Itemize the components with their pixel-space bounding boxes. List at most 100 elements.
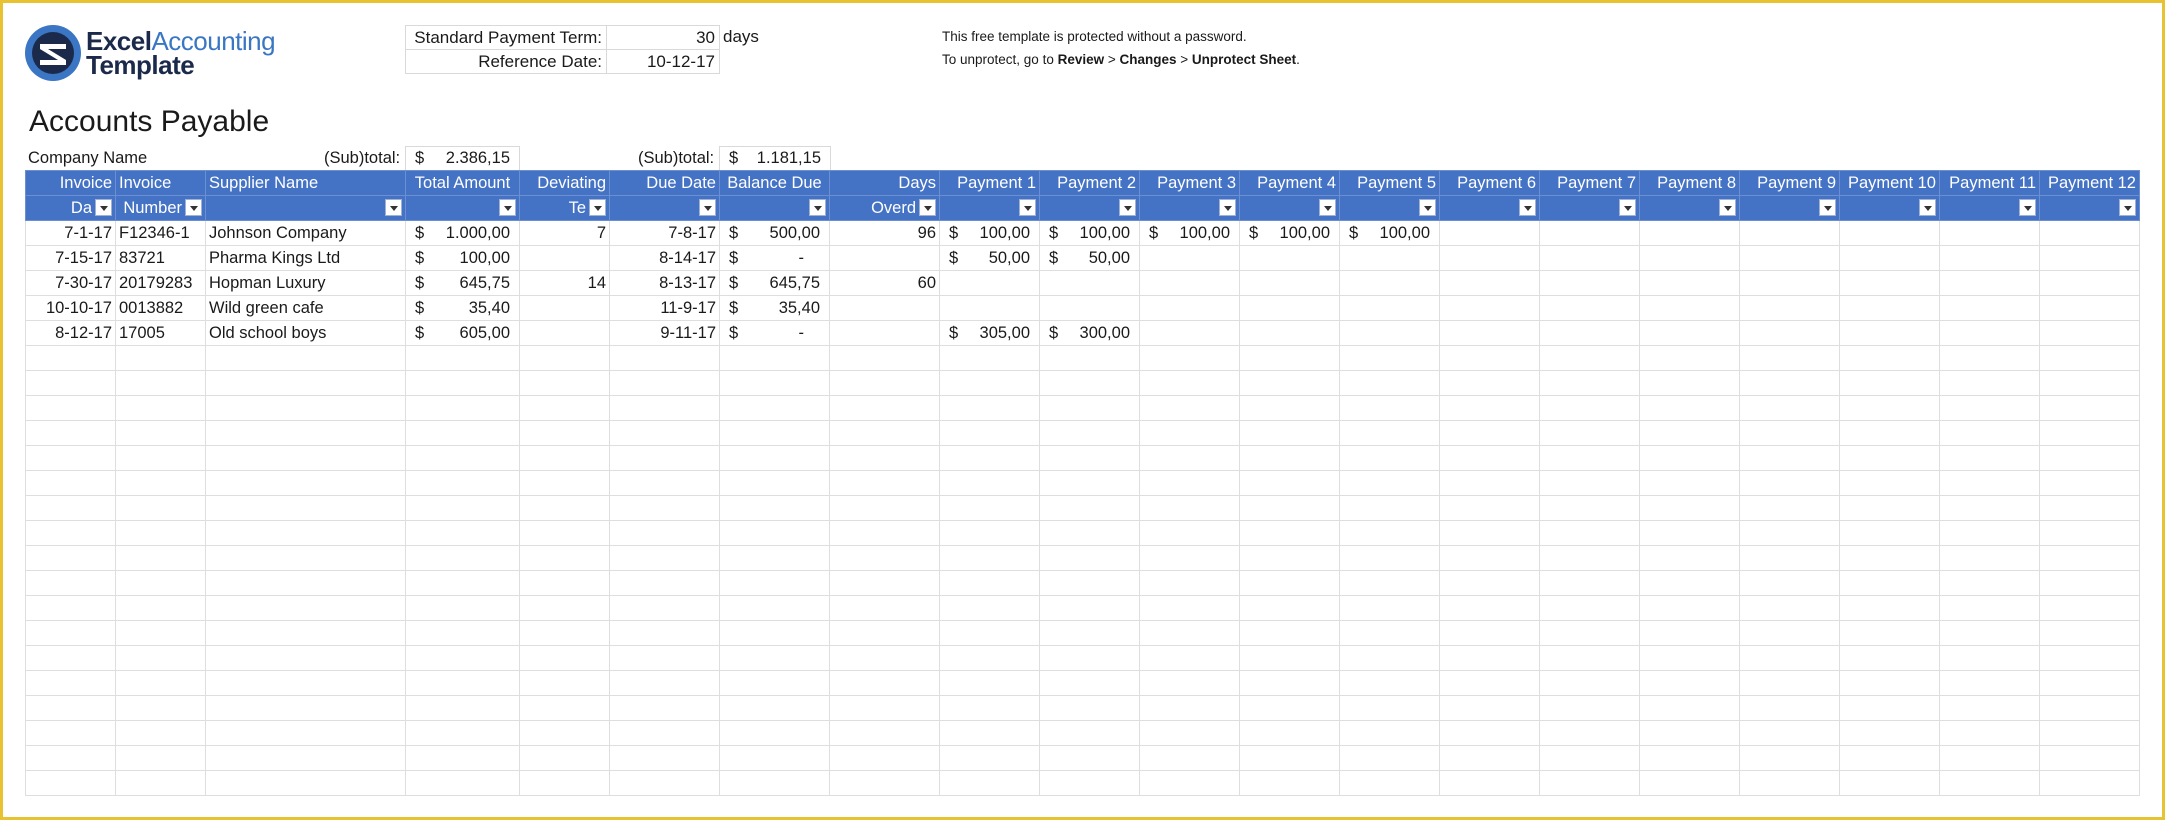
filter-dropdown-button[interactable] [1519,199,1536,216]
empty-cell[interactable] [115,745,206,771]
empty-cell[interactable] [1739,370,1840,396]
empty-cell[interactable] [1639,620,1740,646]
reference-date-input[interactable]: 10-12-17 [606,49,720,74]
empty-cell[interactable] [205,720,406,746]
filter-dropdown-button[interactable] [699,199,716,216]
empty-cell[interactable] [2039,720,2140,746]
payment-2-cell[interactable]: $300,00 [1039,320,1140,346]
empty-cell[interactable] [609,670,720,696]
empty-cell[interactable] [1639,345,1740,371]
payment-9-cell[interactable] [1739,270,1840,296]
empty-cell[interactable] [719,620,830,646]
empty-cell[interactable] [2039,695,2140,721]
empty-cell[interactable] [25,420,116,446]
empty-cell[interactable] [1739,620,1840,646]
empty-cell[interactable] [609,520,720,546]
payment-12-cell[interactable] [2039,295,2140,321]
invoice-number-cell[interactable]: 20179283 [115,270,206,296]
empty-cell[interactable] [1239,395,1340,421]
empty-cell[interactable] [1939,745,2040,771]
empty-cell[interactable] [1039,395,1140,421]
empty-cell[interactable] [1139,570,1240,596]
payment-8-cell[interactable] [1639,245,1740,271]
payment-5-cell[interactable] [1339,295,1440,321]
empty-cell[interactable] [1939,595,2040,621]
empty-cell[interactable] [115,670,206,696]
empty-cell[interactable] [519,570,610,596]
filter-dropdown-button[interactable] [809,199,826,216]
empty-cell[interactable] [25,695,116,721]
filter-dropdown-button[interactable] [1219,199,1236,216]
payment-8-cell[interactable] [1639,270,1740,296]
empty-cell[interactable] [1739,545,1840,571]
empty-cell[interactable] [1839,520,1940,546]
empty-cell[interactable] [829,620,940,646]
empty-cell[interactable] [115,395,206,421]
empty-cell[interactable] [1439,370,1540,396]
empty-cell[interactable] [1239,345,1340,371]
total-amount-cell[interactable]: $1.000,00 [405,220,520,246]
empty-cell[interactable] [25,745,116,771]
empty-cell[interactable] [939,595,1040,621]
empty-cell[interactable] [1239,445,1340,471]
empty-cell[interactable] [2039,520,2140,546]
due-date-cell[interactable]: 8-14-17 [609,245,720,271]
empty-cell[interactable] [25,395,116,421]
empty-cell[interactable] [25,545,116,571]
empty-cell[interactable] [1739,420,1840,446]
payment-12-cell[interactable] [2039,220,2140,246]
payment-9-cell[interactable] [1739,245,1840,271]
empty-cell[interactable] [115,695,206,721]
empty-cell[interactable] [405,670,520,696]
empty-cell[interactable] [719,745,830,771]
empty-cell[interactable] [1139,620,1240,646]
empty-cell[interactable] [1739,470,1840,496]
empty-cell[interactable] [1239,545,1340,571]
empty-cell[interactable] [1939,770,2040,796]
empty-cell[interactable] [205,470,406,496]
empty-cell[interactable] [1039,420,1140,446]
payment-4-cell[interactable] [1239,320,1340,346]
empty-cell[interactable] [519,695,610,721]
empty-cell[interactable] [719,520,830,546]
payment-4-cell[interactable] [1239,245,1340,271]
deviating-term-cell[interactable] [519,295,610,321]
empty-cell[interactable] [939,370,1040,396]
empty-cell[interactable] [1639,420,1740,446]
payment-11-cell[interactable] [1939,295,2040,321]
empty-cell[interactable] [939,670,1040,696]
empty-cell[interactable] [405,470,520,496]
empty-cell[interactable] [205,445,406,471]
supplier-name-cell[interactable]: Wild green cafe [205,295,406,321]
empty-cell[interactable] [1339,745,1440,771]
empty-cell[interactable] [115,445,206,471]
empty-cell[interactable] [2039,595,2140,621]
payment-1-cell[interactable] [939,270,1040,296]
empty-cell[interactable] [1839,395,1940,421]
empty-cell[interactable] [1539,370,1640,396]
empty-cell[interactable] [2039,545,2140,571]
total-amount-cell[interactable]: $100,00 [405,245,520,271]
payment-7-cell[interactable] [1539,245,1640,271]
empty-cell[interactable] [2039,370,2140,396]
filter-dropdown-button[interactable] [2119,199,2136,216]
empty-cell[interactable] [1239,495,1340,521]
empty-cell[interactable] [1739,520,1840,546]
empty-cell[interactable] [939,545,1040,571]
payment-4-cell[interactable] [1239,270,1340,296]
empty-cell[interactable] [115,645,206,671]
due-date-cell[interactable]: 8-13-17 [609,270,720,296]
empty-cell[interactable] [1539,395,1640,421]
empty-cell[interactable] [719,695,830,721]
empty-cell[interactable] [1539,595,1640,621]
empty-cell[interactable] [719,420,830,446]
empty-cell[interactable] [1139,670,1240,696]
empty-cell[interactable] [609,495,720,521]
empty-cell[interactable] [1339,570,1440,596]
empty-cell[interactable] [719,595,830,621]
empty-cell[interactable] [205,370,406,396]
invoice-number-cell[interactable]: 0013882 [115,295,206,321]
empty-cell[interactable] [1339,345,1440,371]
empty-cell[interactable] [1339,720,1440,746]
empty-cell[interactable] [205,745,406,771]
